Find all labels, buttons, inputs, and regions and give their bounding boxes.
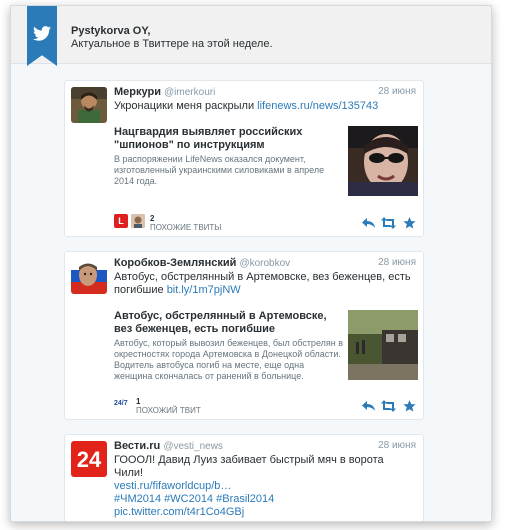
tweet-author[interactable]: Коробков-Землянский @korobkov [114,257,290,269]
digest-header: Pystykorva OY, Актуальное в Твиттере на … [11,6,491,66]
avatar[interactable] [71,258,107,294]
tweet-text-body: ГОООЛ! Давид Луиз забивает быстрый мяч в… [114,454,384,479]
tweet-actions [360,399,418,413]
tweet-text-body: Автобус, обстрелянный в Артемовске, вез … [114,271,411,296]
tweet-hashtags[interactable]: #ЧМ2014 #WC2014 #Brasil2014 [114,493,412,506]
avatar[interactable] [71,87,107,123]
tweet-card[interactable]: Коробков-Землянский @korobkov 28 июня Ав… [64,251,424,420]
tweet-text: Укронацики меня раскрыли lifenews.ru/new… [114,100,412,113]
author-handle[interactable]: @imerkouri [164,87,215,98]
retweet-icon[interactable] [381,399,396,417]
favorite-icon[interactable] [403,399,416,417]
tweet-date[interactable]: 28 июня [378,86,416,97]
similar-avatar[interactable]: 24/7 [114,397,130,411]
preview-title[interactable]: Нацгвардия выявляет российских "шпионов"… [114,126,342,152]
author-name[interactable]: Коробков-Землянский [114,257,236,269]
tweet-footer: L 2 ПОХОЖИЕ ТВИТЫ [114,214,418,232]
similar-tweets-count[interactable]: 1 ПОХОЖИЙ ТВИТ [136,397,201,415]
reply-icon[interactable] [362,216,375,234]
tweet-text: Автобус, обстрелянный в Артемовске, вез … [114,271,412,297]
preview-image[interactable] [348,310,418,380]
svg-text:24: 24 [77,447,102,472]
preview-description: Автобус, который вывозил беженцев, был о… [114,338,344,381]
user-name: Pystykorva OY, [71,25,151,37]
tweet-date[interactable]: 28 июня [378,257,416,268]
reply-icon[interactable] [362,399,375,417]
preview-title[interactable]: Автобус, обстрелянный в Артемовске, вез … [114,310,342,336]
tweet-link[interactable]: bit.ly/1m7pjNW [167,284,241,296]
similar-tweets-count[interactable]: 2 ПОХОЖИЕ ТВИТЫ [150,214,221,232]
tweet-date[interactable]: 28 июня [378,440,416,451]
greeting: Pystykorva OY, Актуальное в Твиттере на … [71,25,273,51]
tweet-author[interactable]: Меркури @imerkouri [114,86,215,98]
author-name[interactable]: Вести.ru [114,440,160,452]
tweet-pic-link[interactable]: pic.twitter.com/t4r1Co4GBj [114,506,412,519]
tweet-card[interactable]: 24 Вести.ru @vesti_news 28 июня ГОООЛ! Д… [64,434,424,521]
digest-subtitle: Актуальное в Твиттере на этой неделе. [71,38,273,50]
tweet-author[interactable]: Вести.ru @vesti_news [114,440,223,452]
link-preview[interactable]: Автобус, обстрелянный в Артемовске, вез … [114,310,418,384]
similar-avatar[interactable] [131,214,145,228]
favorite-icon[interactable] [403,216,416,234]
author-handle[interactable]: @vesti_news [163,441,223,452]
tweet-link[interactable]: lifenews.ru/news/135743 [257,100,378,112]
tweet-card[interactable]: Меркури @imerkouri 28 июня Укронацики ме… [64,80,424,237]
avatar[interactable]: 24 [71,441,107,477]
preview-image[interactable] [348,126,418,196]
link-preview[interactable]: Нацгвардия выявляет российских "шпионов"… [114,126,418,198]
author-name[interactable]: Меркури [114,86,161,98]
similar-avatar[interactable]: L [114,214,128,228]
email-digest: Pystykorva OY, Актуальное в Твиттере на … [10,5,492,522]
preview-description: В распоряжении LifeNews оказался докумен… [114,154,325,186]
tweet-footer: 24/7 1 ПОХОЖИЙ ТВИТ [114,397,418,415]
tweet-link[interactable]: vesti.ru/fifaworldcup/b… [114,480,412,493]
tweet-text: ГОООЛ! Давид Луиз забивает быстрый мяч в… [114,454,412,519]
author-handle[interactable]: @korobkov [239,258,290,269]
twitter-ribbon [27,6,57,66]
tweet-text-body: Укронацики меня раскрыли [114,100,258,112]
retweet-icon[interactable] [381,216,396,234]
twitter-bird-icon [33,26,51,41]
tweet-actions [360,216,418,230]
